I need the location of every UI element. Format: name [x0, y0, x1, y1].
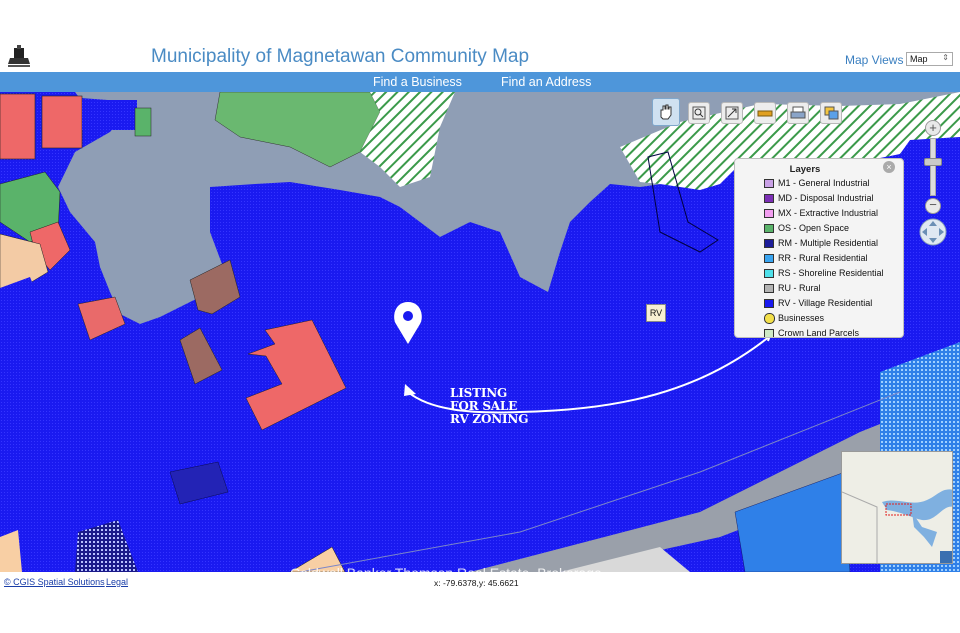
- layer-swatch: [764, 313, 775, 324]
- legal-link[interactable]: Legal: [106, 577, 128, 587]
- layer-swatch: [764, 254, 774, 263]
- pan-arrows-icon[interactable]: [919, 218, 947, 246]
- layers-icon[interactable]: [820, 102, 842, 124]
- layer-label: M1 - General Industrial: [778, 178, 870, 188]
- layers-title: Layers: [789, 164, 821, 175]
- layer-item[interactable]: Businesses: [761, 312, 903, 327]
- layer-label: RV - Village Residential: [778, 298, 873, 308]
- municipal-crest-icon[interactable]: [4, 44, 34, 70]
- layer-swatch: [764, 269, 774, 278]
- layer-item[interactable]: RU - Rural: [761, 282, 903, 297]
- zoom-box-icon[interactable]: [688, 102, 710, 124]
- layer-label: Crown Land Parcels: [778, 328, 860, 338]
- nav-bar: [0, 72, 960, 92]
- layer-label: MD - Disposal Industrial: [778, 193, 874, 203]
- map-views-dropdown[interactable]: Map ⇕: [906, 52, 953, 66]
- map-views-selected: Map: [910, 54, 928, 64]
- layer-item[interactable]: M1 - General Industrial: [761, 177, 903, 192]
- find-address-link[interactable]: Find an Address: [501, 75, 591, 89]
- full-extent-icon[interactable]: [721, 102, 743, 124]
- layer-item[interactable]: RV - Village Residential: [761, 297, 903, 312]
- layer-swatch: [764, 224, 774, 233]
- layer-swatch: [764, 329, 774, 337]
- layers-list: M1 - General Industrial MD - Disposal Ind…: [761, 177, 903, 338]
- find-business-link[interactable]: Find a Business: [373, 75, 462, 89]
- layer-item[interactable]: MD - Disposal Industrial: [761, 192, 903, 207]
- layer-item[interactable]: MX - Extractive Industrial: [761, 207, 903, 222]
- layer-item[interactable]: RS - Shoreline Residential: [761, 267, 903, 282]
- layer-swatch: [764, 239, 774, 248]
- rv-zone-label: RV: [646, 304, 666, 322]
- zoom-out-button[interactable]: −: [925, 198, 941, 214]
- layer-label: MX - Extractive Industrial: [778, 208, 879, 218]
- chevron-updown-icon: ⇕: [942, 53, 949, 62]
- zoom-slider-track[interactable]: [930, 138, 936, 196]
- layer-swatch: [764, 179, 774, 188]
- layer-swatch: [764, 209, 774, 218]
- watermark-text: Coldwell Banker Thomson Real Estate, Bro…: [290, 565, 602, 581]
- layer-item[interactable]: OS - Open Space: [761, 222, 903, 237]
- layer-label: RM - Multiple Residential: [778, 238, 879, 248]
- layer-item[interactable]: Crown Land Parcels: [761, 327, 903, 338]
- overview-map[interactable]: [841, 451, 953, 564]
- layer-swatch: [764, 284, 774, 293]
- layer-label: RR - Rural Residential: [778, 253, 868, 263]
- layer-item[interactable]: RR - Rural Residential: [761, 252, 903, 267]
- hand-pan-icon[interactable]: [652, 98, 680, 126]
- layer-label: RS - Shoreline Residential: [778, 268, 884, 278]
- layer-label: OS - Open Space: [778, 223, 850, 233]
- close-icon[interactable]: ×: [883, 161, 895, 173]
- measure-icon[interactable]: [754, 102, 776, 124]
- copyright-link[interactable]: © CGIS Spatial Solutions: [4, 577, 105, 587]
- layer-label: RU - Rural: [778, 283, 821, 293]
- map-views-label: Map Views: [845, 53, 904, 67]
- layers-panel[interactable]: Layers × M1 - General Industrial MD - Dis…: [734, 158, 904, 338]
- layer-item[interactable]: RM - Multiple Residential: [761, 237, 903, 252]
- annotation-line-3: RV ZONING: [450, 412, 529, 426]
- layer-swatch: [764, 194, 774, 203]
- page-title: Municipality of Magnetawan Community Map: [151, 46, 530, 67]
- layer-label: Businesses: [778, 313, 825, 323]
- layer-swatch: [764, 299, 774, 308]
- print-icon[interactable]: [787, 102, 809, 124]
- zoom-slider-handle[interactable]: [924, 158, 942, 166]
- zoom-in-button[interactable]: +: [925, 120, 941, 136]
